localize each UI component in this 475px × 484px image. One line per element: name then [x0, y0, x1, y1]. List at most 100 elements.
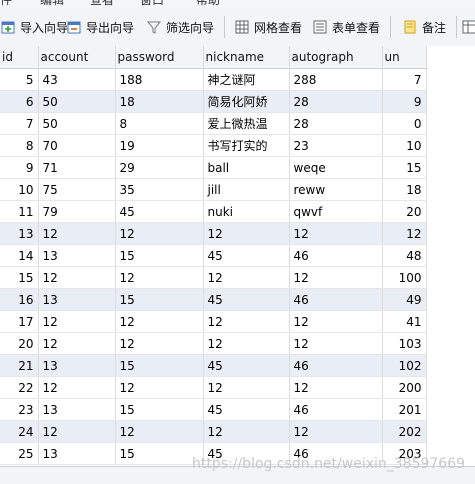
filter-wizard-button[interactable]: 筛选向导 [146, 8, 214, 46]
table-row[interactable]: 8 70 19 书写打实的 23 10 [0, 134, 427, 157]
table-row[interactable]: 16 13 15 45 46 49 [0, 288, 427, 311]
table-cell[interactable]: 书写打实的 [203, 134, 290, 157]
table-cell[interactable]: 45 [203, 288, 290, 311]
table-cell[interactable]: 102 [382, 354, 427, 377]
form-view-button[interactable]: 表单查看 [312, 8, 380, 46]
table-row[interactable]: 5 43 188 神之谜阿 288 7 [0, 68, 427, 91]
table-cell[interactable]: 10 [382, 134, 427, 157]
table-cell[interactable]: 23 [289, 134, 383, 157]
table-cell[interactable]: 75 [38, 178, 116, 201]
table-cell[interactable]: 19 [115, 134, 204, 157]
table-cell[interactable]: 12 [203, 310, 290, 333]
table-cell[interactable]: 6 [0, 90, 39, 113]
table-icon[interactable] [462, 19, 475, 35]
table-cell[interactable]: 20 [382, 200, 427, 223]
table-cell[interactable]: 45 [203, 354, 290, 377]
table-cell[interactable]: 13 [38, 244, 116, 267]
table-row[interactable]: 9 71 29 ball weqe 15 [0, 156, 427, 179]
table-cell[interactable]: 28 [289, 90, 383, 113]
table-cell[interactable]: 79 [38, 200, 116, 223]
table-row[interactable]: 22 12 12 12 12 200 [0, 376, 427, 399]
column-header[interactable]: password [115, 46, 204, 69]
table-cell[interactable]: 50 [38, 112, 116, 135]
table-row[interactable]: 14 13 15 45 46 48 [0, 244, 427, 267]
table-cell[interactable]: 48 [382, 244, 427, 267]
table-row[interactable]: 20 12 12 12 12 103 [0, 332, 427, 355]
menu-view[interactable]: 查看 [90, 0, 114, 8]
table-cell[interactable]: 29 [115, 156, 204, 179]
table-row[interactable]: 23 13 15 45 46 201 [0, 398, 427, 421]
table-row[interactable]: 7 50 8 爱上微热温 28 0 [0, 112, 427, 135]
table-cell[interactable]: weqe [289, 156, 383, 179]
table-cell[interactable]: 12 [289, 266, 383, 289]
table-cell[interactable]: 13 [0, 222, 39, 245]
table-cell[interactable]: 5 [0, 68, 39, 91]
table-cell[interactable]: 46 [289, 244, 383, 267]
table-cell[interactable]: 24 [0, 420, 39, 443]
table-cell[interactable]: 21 [0, 354, 39, 377]
table-cell[interactable]: 13 [38, 354, 116, 377]
table-cell[interactable]: 50 [38, 90, 116, 113]
table-cell[interactable]: 15 [115, 442, 204, 465]
table-cell[interactable]: 16 [0, 288, 39, 311]
table-cell[interactable]: reww [289, 178, 383, 201]
table-cell[interactable]: 15 [115, 288, 204, 311]
table-row[interactable]: 21 13 15 45 46 102 [0, 354, 427, 377]
table-cell[interactable]: 200 [382, 376, 427, 399]
table-cell[interactable]: nuki [203, 200, 290, 223]
table-cell[interactable]: 23 [0, 398, 39, 421]
table-cell[interactable]: jill [203, 178, 290, 201]
table-cell[interactable]: 45 [115, 200, 204, 223]
table-row[interactable]: 6 50 18 简易化阿娇 28 9 [0, 90, 427, 113]
table-cell[interactable]: qwvf [289, 200, 383, 223]
table-row[interactable]: 13 12 12 12 12 12 [0, 222, 427, 245]
table-cell[interactable]: 9 [382, 90, 427, 113]
table-cell[interactable]: 22 [0, 376, 39, 399]
menu-file[interactable]: 件 [0, 0, 12, 8]
column-header[interactable]: account [38, 46, 116, 69]
table-cell[interactable]: 18 [382, 178, 427, 201]
table-row[interactable]: 11 79 45 nuki qwvf 20 [0, 200, 427, 223]
table-cell[interactable]: 15 [115, 398, 204, 421]
menu-help[interactable]: 帮助 [196, 0, 220, 8]
table-cell[interactable]: 15 [0, 266, 39, 289]
table-cell[interactable]: 13 [38, 442, 116, 465]
table-cell[interactable]: 18 [115, 90, 204, 113]
table-cell[interactable]: 15 [115, 354, 204, 377]
table-cell[interactable]: 46 [289, 398, 383, 421]
table-cell[interactable]: 49 [382, 288, 427, 311]
table-cell[interactable]: 12 [289, 376, 383, 399]
table-cell[interactable]: 12 [115, 310, 204, 333]
column-header[interactable]: un [382, 46, 427, 69]
column-header[interactable]: id [0, 46, 39, 69]
table-cell[interactable]: 12 [115, 376, 204, 399]
menu-window[interactable]: 窗口 [140, 0, 164, 8]
table-cell[interactable]: 12 [289, 332, 383, 355]
export-wizard-button[interactable]: 导出向导 [66, 8, 134, 46]
table-cell[interactable]: 13 [38, 288, 116, 311]
table-cell[interactable]: 神之谜阿 [203, 68, 290, 91]
table-cell[interactable]: 188 [115, 68, 204, 91]
table-cell[interactable]: 爱上微热温 [203, 112, 290, 135]
table-cell[interactable]: 17 [0, 310, 39, 333]
table-row[interactable]: 24 12 12 12 12 202 [0, 420, 427, 443]
table-cell[interactable]: 46 [289, 288, 383, 311]
table-cell[interactable]: 12 [115, 420, 204, 443]
table-cell[interactable]: 12 [38, 222, 116, 245]
column-header[interactable]: autograph [289, 46, 383, 69]
import-wizard-button[interactable]: 导入向导 [0, 8, 68, 46]
table-cell[interactable]: ball [203, 156, 290, 179]
table-cell[interactable]: 12 [115, 266, 204, 289]
table-cell[interactable]: 288 [289, 68, 383, 91]
table-cell[interactable]: 简易化阿娇 [203, 90, 290, 113]
table-cell[interactable]: 70 [38, 134, 116, 157]
table-cell[interactable]: 0 [382, 112, 427, 135]
table-cell[interactable]: 103 [382, 332, 427, 355]
table-cell[interactable]: 43 [38, 68, 116, 91]
table-cell[interactable]: 14 [0, 244, 39, 267]
table-cell[interactable]: 12 [289, 310, 383, 333]
table-cell[interactable]: 12 [203, 420, 290, 443]
menu-edit[interactable]: 编辑 [40, 0, 64, 8]
table-cell[interactable]: 12 [38, 332, 116, 355]
table-row[interactable]: 10 75 35 jill reww 18 [0, 178, 427, 201]
